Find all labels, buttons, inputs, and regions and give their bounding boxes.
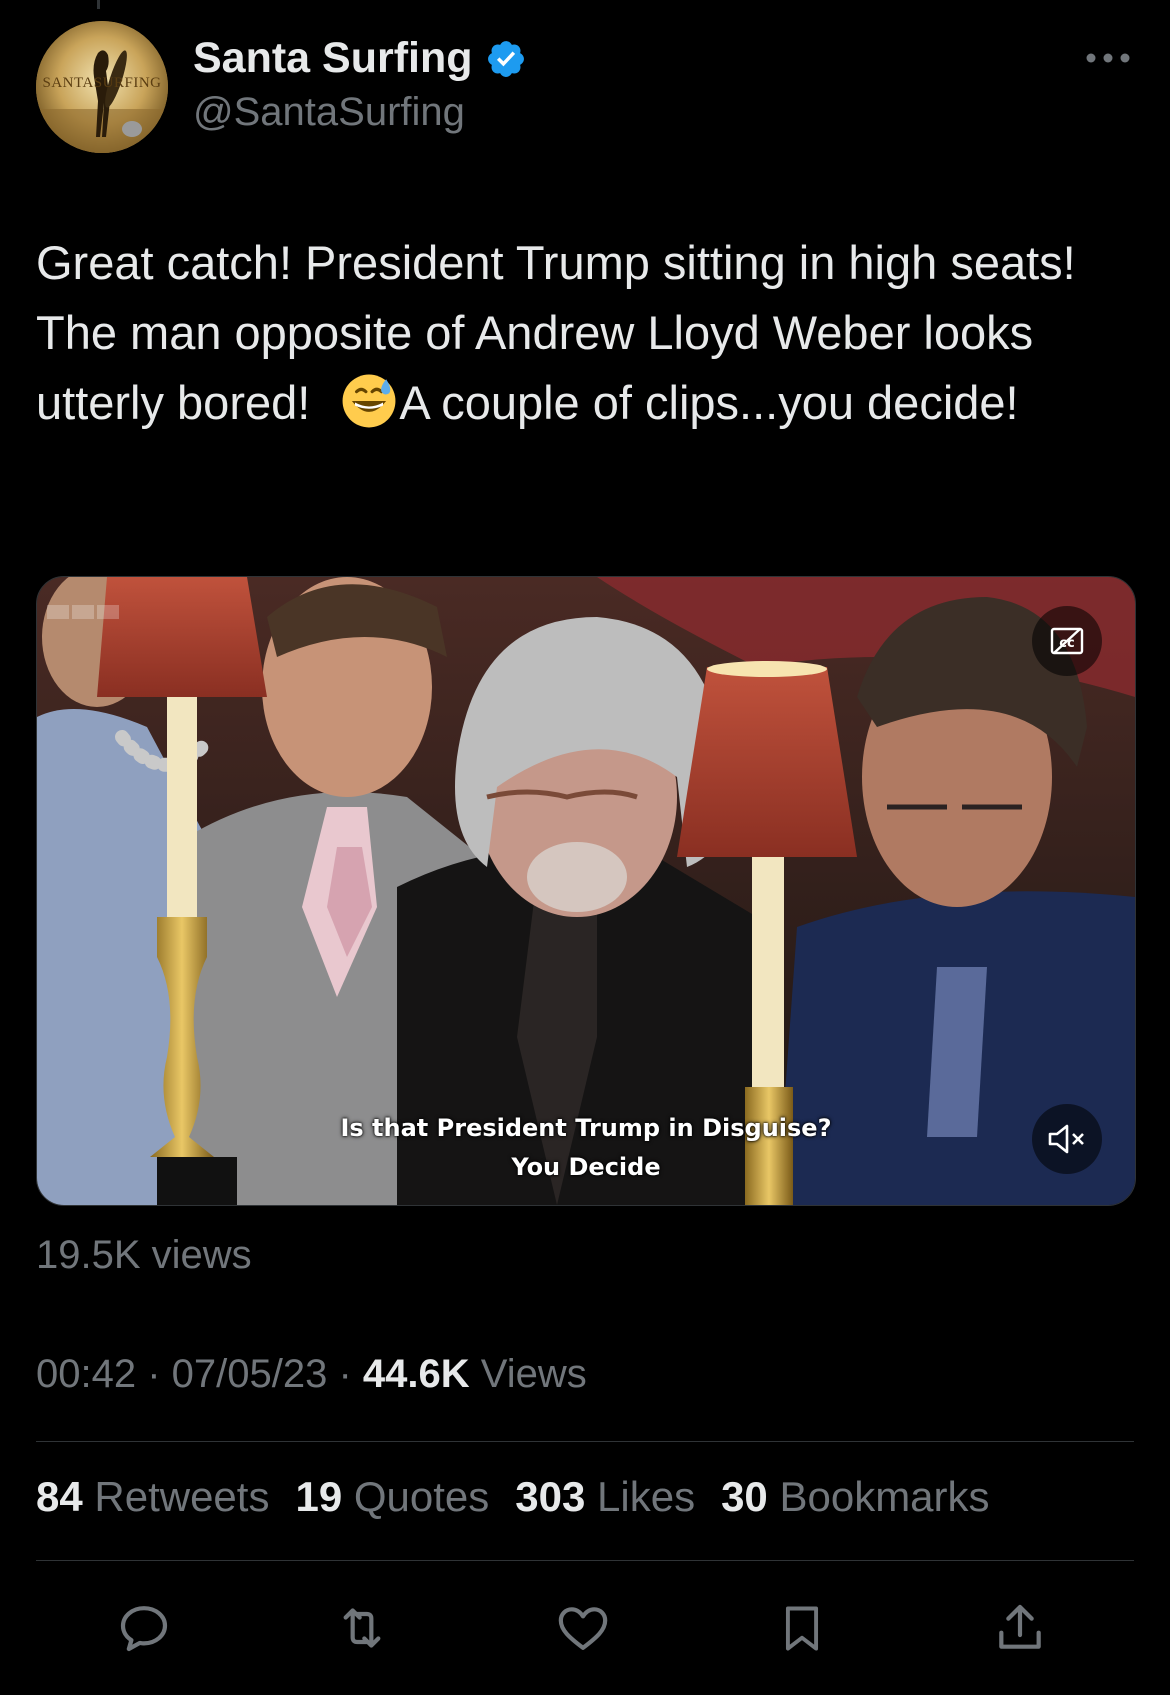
retweet-icon xyxy=(343,1608,381,1648)
engagement-stats: 84 Retweets 19 Quotes 303 Likes 30 Bookm… xyxy=(36,1473,1016,1521)
reply-button[interactable] xyxy=(112,1596,176,1660)
tweet-metadata: 00:42 · 07/05/23 · 44.6K Views xyxy=(36,1352,587,1397)
thread-connector xyxy=(97,0,100,9)
stat-label: Likes xyxy=(585,1473,696,1520)
bookmark-button[interactable] xyxy=(770,1596,834,1660)
display-name[interactable]: Santa Surfing xyxy=(193,34,473,83)
divider xyxy=(36,1560,1134,1561)
stat-retweets[interactable]: 84 Retweets xyxy=(36,1473,269,1521)
stat-likes[interactable]: 303 Likes xyxy=(515,1473,695,1521)
stat-bookmarks[interactable]: 30 Bookmarks xyxy=(721,1473,989,1521)
video-view-count: 19.5K views xyxy=(36,1233,252,1277)
stat-count: 303 xyxy=(515,1473,586,1520)
grinning-face-with-sweat-icon xyxy=(342,374,396,428)
stat-count: 30 xyxy=(721,1473,768,1520)
display-name-row[interactable]: Santa Surfing xyxy=(193,34,527,83)
tweet-views-label[interactable]: Views xyxy=(470,1352,587,1396)
avatar[interactable]: SANTASURFING xyxy=(36,21,168,153)
video-player[interactable]: Is that President Trump in Disguise? You… xyxy=(36,576,1136,1206)
divider xyxy=(36,1441,1134,1442)
tweet-time[interactable]: 00:42 xyxy=(36,1352,136,1396)
svg-text:cc: cc xyxy=(1059,636,1074,651)
stat-quotes[interactable]: 19 Quotes xyxy=(295,1473,489,1521)
volume-muted-icon xyxy=(1048,1124,1084,1154)
tweet-views-count[interactable]: 44.6K xyxy=(363,1352,470,1396)
avatar-logo-text: SANTASURFING xyxy=(42,75,162,91)
meta-separator: · xyxy=(327,1352,363,1396)
tweet-text: Great catch! President Trump sitting in … xyxy=(36,228,1136,438)
stat-label: Bookmarks xyxy=(767,1473,990,1520)
more-options-icon[interactable] xyxy=(1083,48,1133,68)
verified-badge-icon[interactable] xyxy=(485,38,527,80)
captions-icon: cc xyxy=(1050,627,1084,655)
reply-icon xyxy=(120,1606,168,1652)
captions-button[interactable]: cc xyxy=(1032,606,1102,676)
like-button[interactable] xyxy=(551,1596,615,1660)
share-button[interactable] xyxy=(988,1596,1052,1660)
like-icon xyxy=(558,1607,608,1650)
bookmark-icon xyxy=(785,1606,819,1651)
share-icon xyxy=(999,1604,1041,1649)
tweet-text-part2: A couple of clips...you decide! xyxy=(399,376,1019,429)
stat-count: 84 xyxy=(36,1473,83,1520)
tweet-date[interactable]: 07/05/23 xyxy=(172,1352,328,1396)
retweet-button[interactable] xyxy=(330,1596,394,1660)
stat-label: Quotes xyxy=(342,1473,490,1520)
unmute-button[interactable] xyxy=(1032,1104,1102,1174)
stat-label: Retweets xyxy=(82,1473,270,1520)
stat-count: 19 xyxy=(295,1473,343,1520)
meta-separator: · xyxy=(136,1352,172,1396)
video-frame-image xyxy=(37,577,1135,1205)
user-handle[interactable]: @SantaSurfing xyxy=(193,90,465,135)
